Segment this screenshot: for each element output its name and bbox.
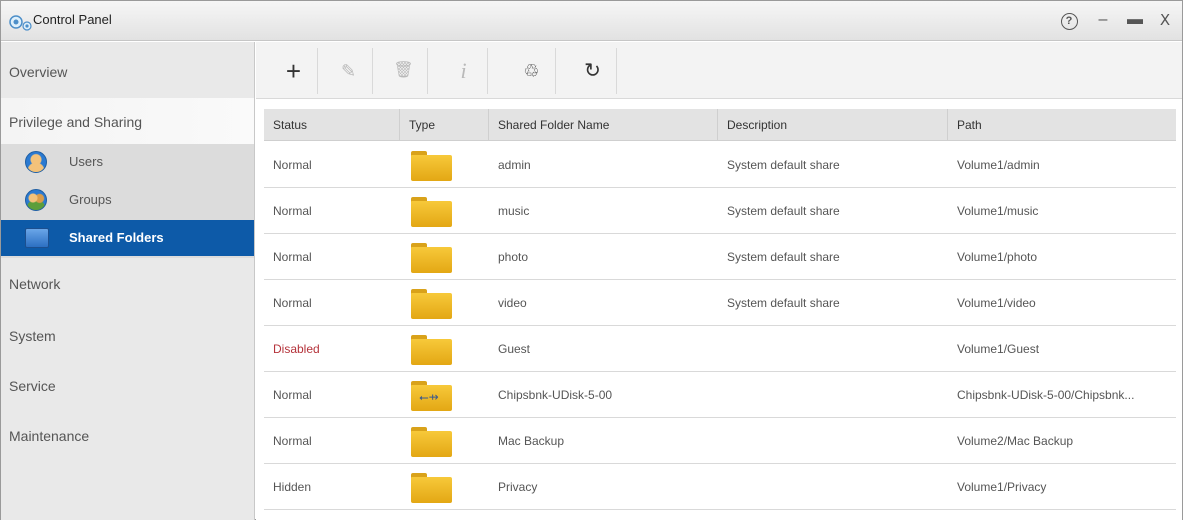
folder-name-cell: Mac Backup (498, 434, 565, 448)
sidebar-item-label: Users (69, 154, 103, 169)
description-cell: System default share (727, 204, 840, 218)
usb-icon: ⭠⇸ (419, 390, 439, 404)
folder-name-cell: photo (498, 250, 529, 264)
status-cell: Disabled (273, 342, 320, 356)
status-cell: Normal (273, 204, 312, 218)
table-row[interactable]: Normal music System default share Volume1/m… (264, 188, 1176, 234)
folder-icon (411, 151, 452, 181)
folder-icon (411, 427, 452, 457)
usb-folder-icon: ⭠⇸ (411, 381, 452, 411)
folder-icon (411, 243, 452, 273)
status-cell: Normal (273, 158, 312, 172)
help-icon: ? (1060, 13, 1078, 30)
column-header-status[interactable]: Status (264, 109, 400, 141)
path-cell: Volume1/Guest (957, 342, 1040, 356)
sidebar-item-overview[interactable]: Overview (1, 48, 254, 96)
table-row[interactable]: Normal Mac Backup Volume2/Mac Backup (264, 418, 1176, 464)
table-row[interactable]: Normal ⭠⇸ Chipsbnk-UDisk-5-00 Chipsbnk-UDis… (264, 372, 1176, 418)
shared-folders-icon (25, 228, 49, 248)
folder-icon (411, 289, 452, 319)
status-cell: Normal (273, 296, 312, 310)
column-header-description[interactable]: Description (718, 109, 948, 141)
folder-name-cell: admin (498, 158, 531, 172)
path-cell: Volume1/music (957, 204, 1039, 218)
table-row[interactable]: Disabled Guest Volume1/Guest (264, 326, 1176, 372)
recycle-bin-button[interactable]: ♲ (508, 48, 556, 94)
window-title: Control Panel (33, 12, 112, 27)
folder-name-cell: Guest (498, 342, 531, 356)
sidebar-item-network[interactable]: Network (1, 260, 254, 308)
control-panel-window: Control Panel ? – ▬ X Overview Privilege… (0, 0, 1183, 520)
edit-button[interactable]: ✎ (325, 48, 373, 94)
path-cell: Volume1/video (957, 296, 1036, 310)
minimize-button[interactable]: – (1093, 10, 1113, 30)
status-cell: Normal (273, 250, 312, 264)
description-cell (718, 464, 948, 510)
folder-name-cell: Chipsbnk-UDisk-5-00 (498, 388, 613, 402)
description-cell: System default share (727, 250, 840, 264)
sidebar-item-maintenance[interactable]: Maintenance (1, 412, 254, 460)
table-header: Status Type Shared Folder Name Descripti… (264, 109, 1176, 141)
sidebar-item-groups[interactable]: Groups (9, 182, 254, 218)
table-row[interactable]: Normal video System default share Volume1/v… (264, 280, 1176, 326)
sidebar-item-privilege-and-sharing[interactable]: Privilege and Sharing (1, 98, 254, 146)
path-cell: Volume1/photo (957, 250, 1038, 264)
sidebar-item-system[interactable]: System (1, 312, 254, 360)
table-row[interactable]: Normal photo System default share Volume1/p… (264, 234, 1176, 280)
divider (256, 98, 1182, 99)
folder-icon (411, 473, 452, 503)
description-cell: System default share (727, 158, 840, 172)
column-header-path[interactable]: Path (948, 109, 1176, 141)
description-cell (718, 372, 948, 418)
path-cell: Volume1/admin (957, 158, 1040, 172)
status-cell: Normal (273, 388, 312, 402)
refresh-button[interactable]: ↻ (569, 48, 617, 94)
path-cell: Chipsbnk-UDisk-5-00/Chipsbnk... (957, 388, 1135, 402)
path-cell: Volume1/Privacy (957, 480, 1047, 494)
groups-icon (25, 189, 47, 211)
privilege-submenu: Users Groups Shared Folders (1, 144, 254, 258)
description-cell (718, 418, 948, 464)
status-cell: Hidden (273, 480, 312, 494)
folder-icon (411, 197, 452, 227)
main-panel: + ✎ 🗑 i ♲ ↻ Status Type Shared Folder Na… (256, 42, 1182, 520)
sidebar-item-shared-folders[interactable]: Shared Folders (1, 220, 254, 256)
description-cell (718, 326, 948, 372)
folder-icon (411, 335, 452, 365)
folder-name-cell: Privacy (498, 480, 538, 494)
table-row[interactable]: Hidden Privacy Volume1/Privacy (264, 464, 1176, 510)
folder-name-cell: music (498, 204, 530, 218)
sidebar-item-service[interactable]: Service (1, 362, 254, 410)
column-header-name[interactable]: Shared Folder Name (489, 109, 718, 141)
toolbar: + ✎ 🗑 i ♲ ↻ (256, 42, 1182, 98)
delete-button[interactable]: 🗑 (380, 48, 428, 94)
sidebar-item-label: Shared Folders (69, 230, 164, 245)
help-button[interactable]: ? (1059, 10, 1079, 30)
status-cell: Normal (273, 434, 312, 448)
sidebar: Overview Privilege and Sharing Users Gro… (1, 42, 255, 520)
title-bar: Control Panel ? – ▬ X (1, 1, 1182, 41)
info-button[interactable]: i (440, 48, 488, 94)
add-button[interactable]: + (270, 48, 318, 94)
folder-name-cell: video (498, 296, 527, 310)
path-cell: Volume2/Mac Backup (957, 434, 1074, 448)
table-row[interactable]: Normal admin System default share Volume1/a… (264, 142, 1176, 188)
users-icon (25, 151, 47, 173)
sidebar-item-label: Groups (69, 192, 112, 207)
column-header-type[interactable]: Type (400, 109, 489, 141)
sidebar-item-users[interactable]: Users (9, 144, 254, 180)
maximize-button[interactable]: ▬ (1125, 10, 1145, 30)
close-button[interactable]: X (1155, 10, 1175, 30)
description-cell: System default share (727, 296, 840, 310)
